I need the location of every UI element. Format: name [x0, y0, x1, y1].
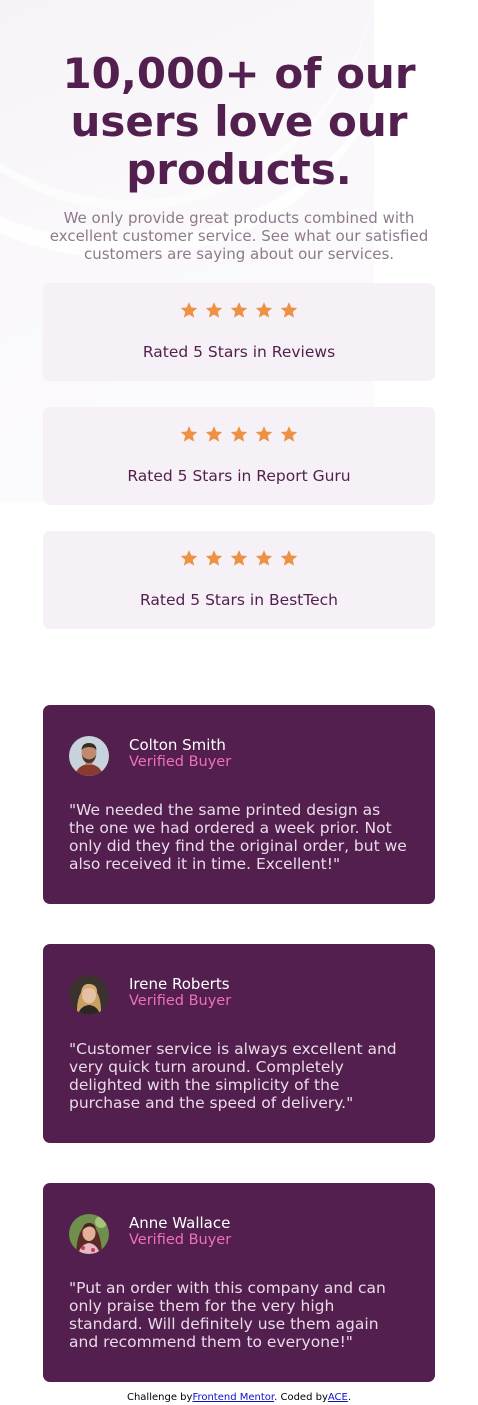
star-icon [230, 302, 248, 318]
avatar [69, 975, 109, 1015]
star-icon [205, 302, 223, 318]
rating-card-besttech: Rated 5 Stars in BestTech [43, 531, 435, 629]
star-icon [280, 426, 298, 442]
page-title: 10,000+ of our users love our products. [62, 49, 416, 194]
rating-card-reviews: Rated 5 Stars in Reviews [43, 283, 435, 381]
rating-card-report-guru: Rated 5 Stars in Report Guru [43, 407, 435, 505]
review-quote: "Customer service is always excellent an… [69, 1040, 397, 1112]
footer-middle: . Coded by [274, 1392, 328, 1403]
author-link[interactable]: ACE [328, 1392, 348, 1403]
star-icon [230, 550, 248, 566]
reviewer-name: Anne Wallace [129, 1214, 231, 1232]
footer-suffix: . [347, 1392, 352, 1403]
star-rating [43, 301, 435, 323]
star-icon [180, 426, 198, 442]
review-quote: "We needed the same printed design as th… [69, 801, 407, 873]
review-card-colton: Colton Smith Verified Buyer "We needed t… [43, 705, 435, 904]
attribution-footer: Challenge byFrontend Mentor. Coded byACE… [0, 1392, 478, 1403]
verified-buyer-label: Verified Buyer [129, 993, 232, 1009]
star-icon [255, 426, 273, 442]
star-icon [230, 426, 248, 442]
review-card-anne: Anne Wallace Verified Buyer "Put an orde… [43, 1183, 435, 1382]
star-rating [43, 425, 435, 447]
review-card-irene: Irene Roberts Verified Buyer "Customer s… [43, 944, 435, 1143]
star-icon [205, 550, 223, 566]
verified-buyer-label: Verified Buyer [129, 754, 232, 770]
verified-buyer-label: Verified Buyer [129, 1232, 232, 1248]
star-icon [180, 302, 198, 318]
reviewer-name: Irene Roberts [129, 975, 230, 993]
star-icon [180, 550, 198, 566]
rating-label: Rated 5 Stars in Report Guru [127, 467, 351, 485]
star-rating [43, 549, 435, 571]
avatar [69, 736, 109, 776]
reviewer-name: Colton Smith [129, 736, 226, 754]
intro-text: We only provide great products combined … [49, 209, 429, 263]
frontend-mentor-link[interactable]: Frontend Mentor [192, 1392, 274, 1403]
footer-prefix: Challenge by [126, 1392, 193, 1403]
star-icon [205, 426, 223, 442]
star-icon [255, 550, 273, 566]
star-icon [280, 302, 298, 318]
rating-label: Rated 5 Stars in BestTech [140, 591, 338, 609]
avatar [69, 1214, 109, 1254]
star-icon [255, 302, 273, 318]
star-icon [280, 550, 298, 566]
rating-label: Rated 5 Stars in Reviews [142, 343, 336, 361]
review-quote: "Put an order with this company and can … [69, 1279, 386, 1351]
